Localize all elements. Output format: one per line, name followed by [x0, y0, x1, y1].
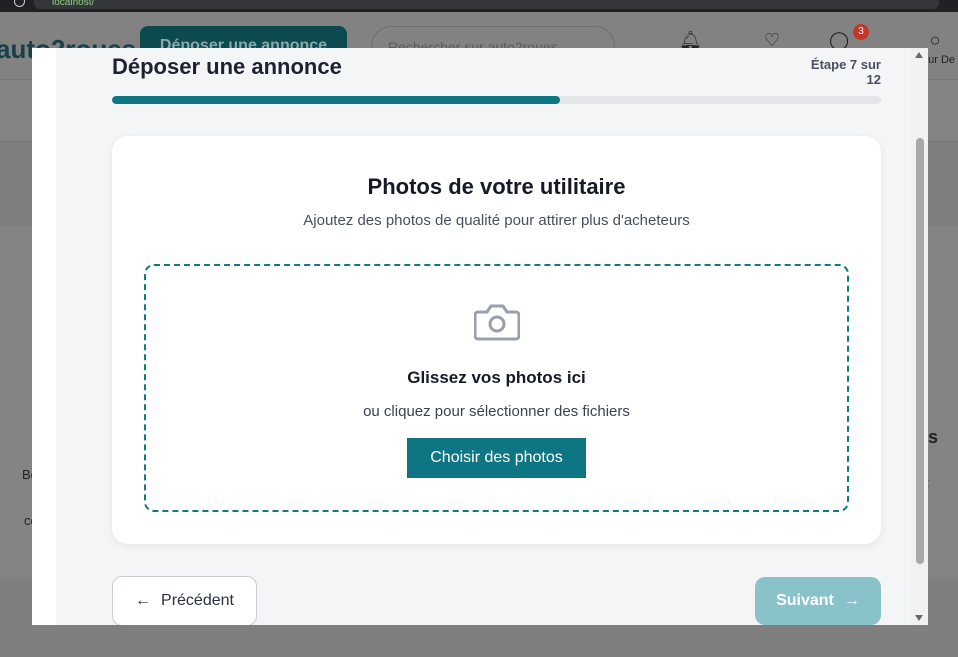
messages-badge: 3: [853, 24, 869, 40]
camera-icon: [474, 304, 520, 341]
next-button-label: Suivant: [776, 592, 834, 609]
card-title: Photos de votre utilitaire: [367, 174, 626, 199]
previous-button[interactable]: ← Précédent: [112, 576, 257, 625]
chat-icon: ◯: [829, 30, 850, 50]
card-subtitle: Ajoutez des photos de qualité pour attir…: [303, 212, 690, 229]
user-icon: ○: [929, 30, 941, 50]
scroll-up-icon[interactable]: [915, 52, 923, 58]
dropzone-title: Glissez vos photos ici: [407, 368, 586, 387]
post-ad-modal: Déposer une annonce Étape 7 sur 12 Photo…: [32, 48, 928, 625]
arrow-right-icon: →: [843, 592, 860, 609]
photo-dropzone[interactable]: Glissez vos photos ici ou cliquez pour s…: [144, 264, 849, 512]
scroll-thumb[interactable]: [916, 138, 924, 564]
progress-fill: [112, 96, 561, 104]
bell-icon: 🔔︎: [679, 30, 702, 50]
photos-card: Photos de votre utilitaire Ajoutez des p…: [112, 136, 881, 544]
next-button[interactable]: Suivant →: [755, 577, 881, 625]
scroll-down-icon[interactable]: [915, 615, 923, 621]
address-bar[interactable]: localhost/: [34, 0, 939, 9]
heart-icon: ♡: [763, 30, 781, 50]
browser-toolbar: localhost/: [0, 0, 958, 12]
modal-title: Déposer une annonce: [112, 54, 342, 79]
modal-scrollbar[interactable]: [911, 48, 928, 625]
arrow-left-icon: ←: [135, 592, 152, 609]
modal-body: Déposer une annonce Étape 7 sur 12 Photo…: [56, 48, 921, 625]
dropzone-subtitle: ou cliquez pour sélectionner des fichier…: [363, 403, 630, 420]
progress-bar: [112, 96, 881, 104]
previous-button-label: Précédent: [161, 592, 234, 609]
reload-icon[interactable]: [14, 0, 25, 7]
step-indicator: Étape 7 sur 12: [810, 57, 881, 87]
choose-photos-button[interactable]: Choisir des photos: [407, 438, 586, 478]
